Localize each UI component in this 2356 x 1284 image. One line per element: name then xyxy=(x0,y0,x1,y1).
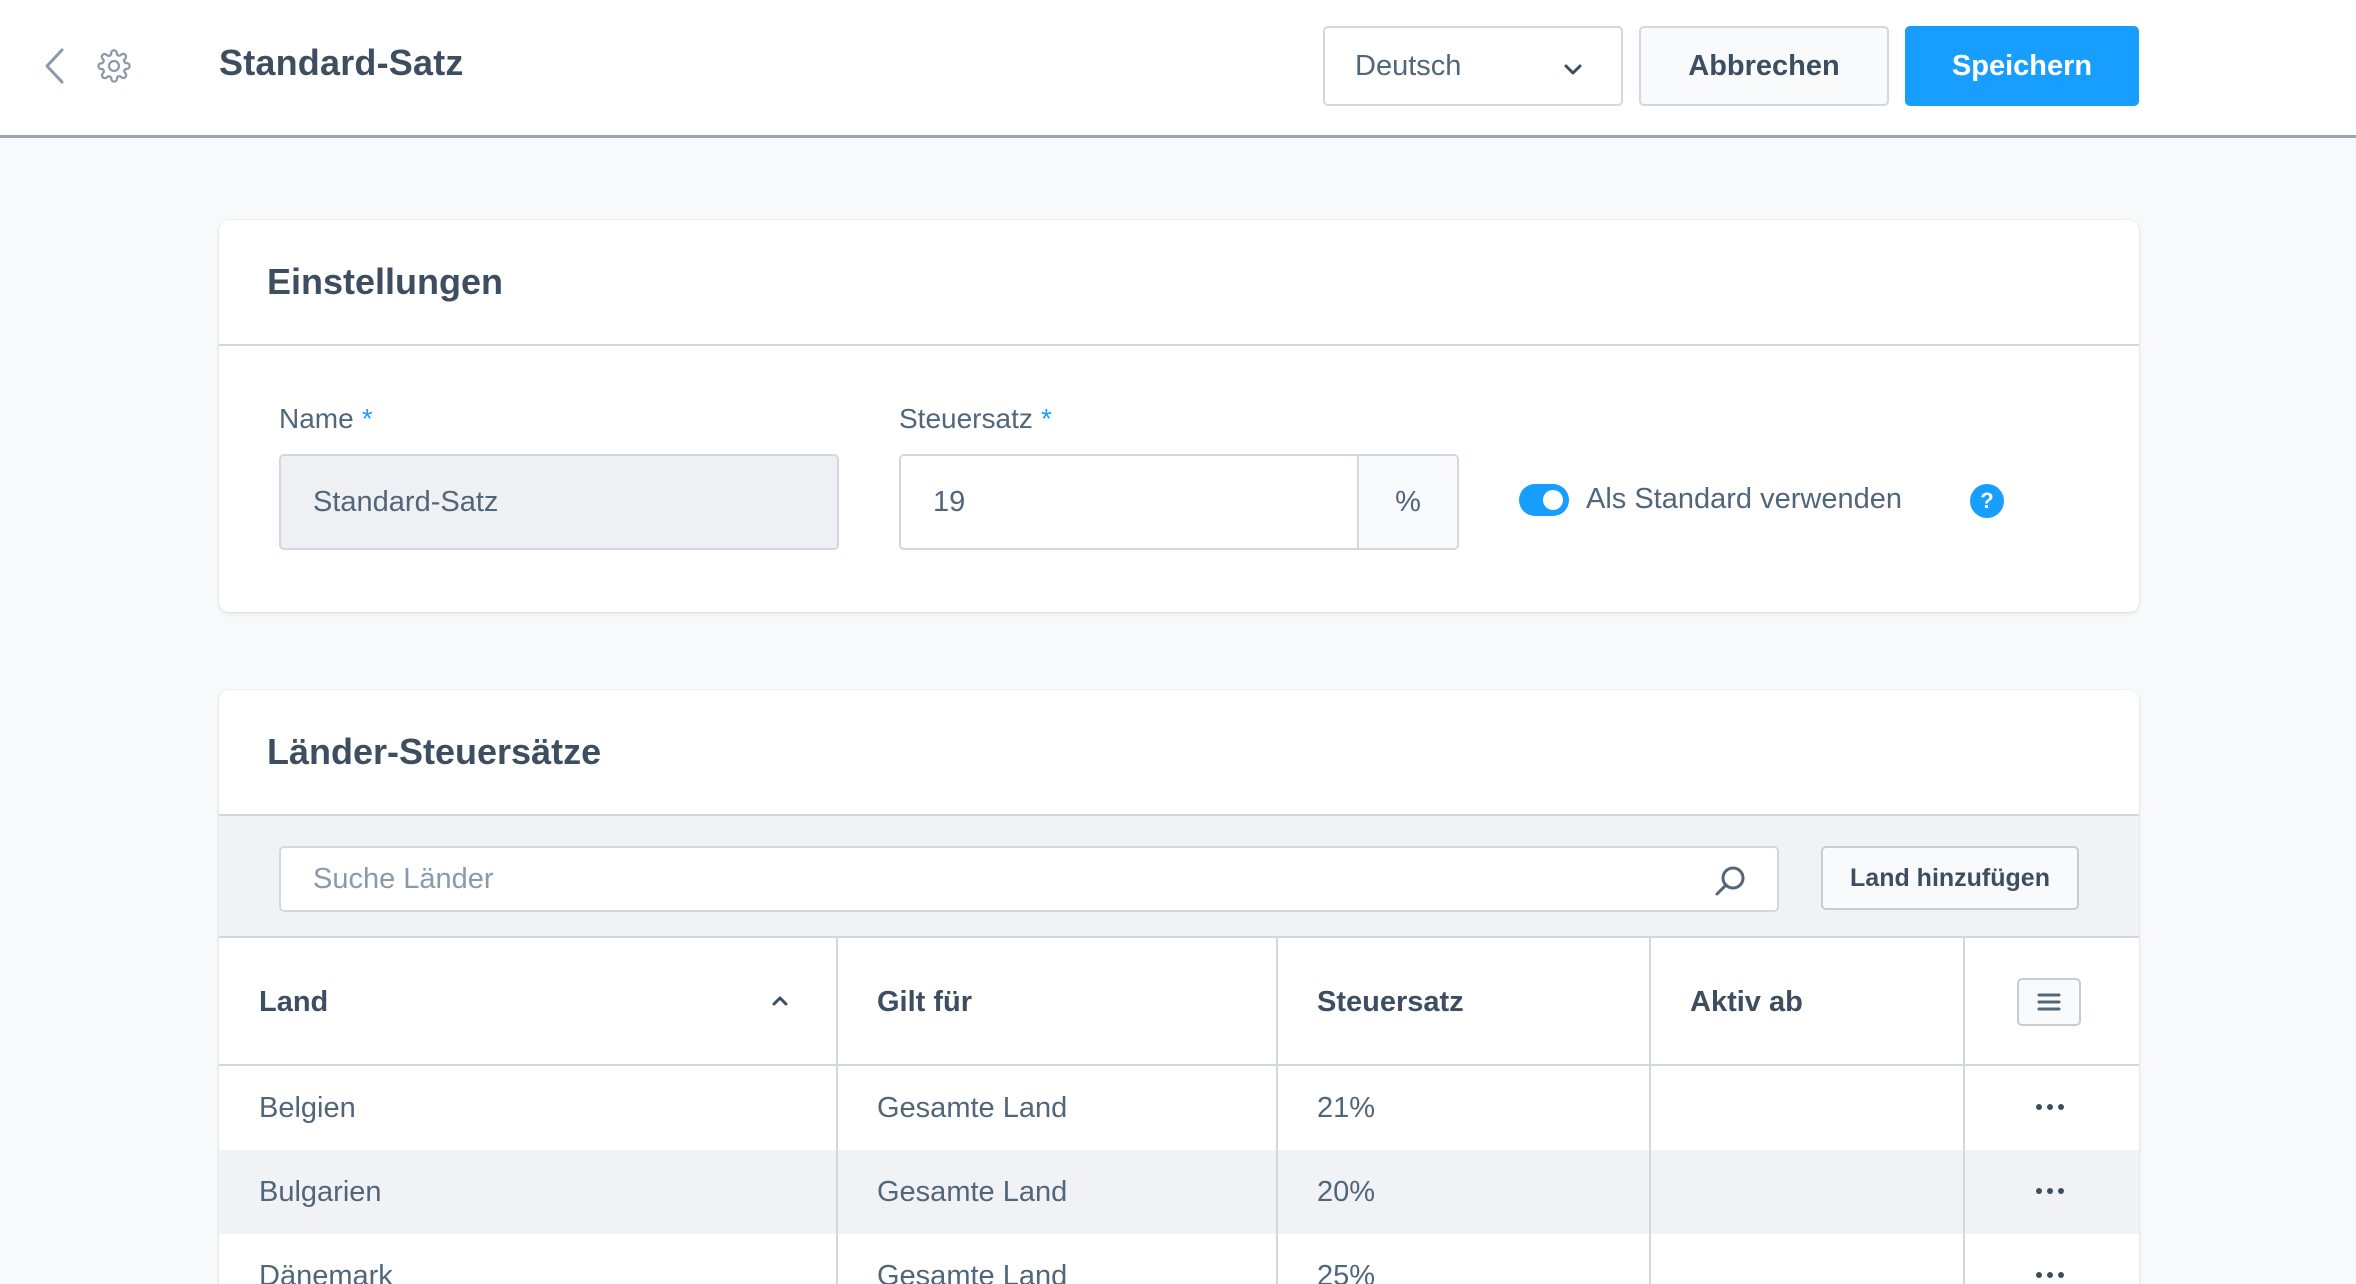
row-more-icon[interactable] xyxy=(2029,1092,2071,1122)
column-header-rate-label: Steuersatz xyxy=(1317,985,1464,1018)
required-marker: * xyxy=(1040,403,1052,434)
column-settings-button[interactable] xyxy=(2017,978,2081,1026)
settings-card-header: Einstellungen xyxy=(219,220,2139,346)
name-label-text: Name xyxy=(279,403,354,434)
column-header-applies[interactable]: Gilt für xyxy=(837,938,1277,1066)
country-rates-title: Länder-Steuersätze xyxy=(267,731,602,772)
cell-applies: Gesamte Land xyxy=(877,1175,1068,1208)
column-header-applies-label: Gilt für xyxy=(877,985,973,1018)
tax-rate-field[interactable]: 19 xyxy=(899,454,1359,550)
column-header-active[interactable]: Aktiv ab xyxy=(1650,938,1964,1066)
settings-card: Einstellungen Name * Standard-Satz Steuer… xyxy=(219,220,2139,612)
chevron-down-icon xyxy=(1561,56,1585,80)
cell-applies: Gesamte Land xyxy=(877,1259,1068,1284)
cell-country: Bulgarien xyxy=(259,1175,382,1208)
column-header-rate[interactable]: Steuersatz xyxy=(1277,938,1650,1066)
row-more-icon[interactable] xyxy=(2029,1260,2071,1284)
default-toggle-label: Als Standard verwenden xyxy=(1586,483,1902,515)
column-divider xyxy=(1963,938,1965,1284)
cell-active xyxy=(1650,1150,1690,1234)
table-row[interactable]: Bulgarien Gesamte Land 20% xyxy=(219,1150,2139,1234)
cell-rate: 25% xyxy=(1317,1259,1376,1284)
column-header-active-label: Aktiv ab xyxy=(1690,985,1803,1018)
table-row[interactable]: Dänemark Gesamte Land 25% xyxy=(219,1234,2139,1284)
tax-rate-value: 19 xyxy=(933,485,966,518)
table-toolbar: Suche Länder Land hinzufügen xyxy=(219,816,2139,938)
name-field-value: Standard-Satz xyxy=(313,485,499,518)
column-header-country[interactable]: Land xyxy=(219,938,837,1066)
page-title: Standard-Satz xyxy=(219,42,464,83)
row-more-icon[interactable] xyxy=(2029,1176,2071,1206)
language-select-value: Deutsch xyxy=(1355,49,1462,82)
cell-rate: 20% xyxy=(1317,1175,1376,1208)
add-country-button[interactable]: Land hinzufügen xyxy=(1821,846,2079,910)
back-arrow-icon[interactable] xyxy=(36,44,72,88)
cell-country: Belgien xyxy=(259,1091,356,1124)
country-rates-card: Länder-Steuersätze Suche Länder Land hin… xyxy=(219,690,2139,1284)
column-header-country-label: Land xyxy=(259,985,329,1018)
percent-suffix: % xyxy=(1357,454,1459,550)
column-divider xyxy=(1276,938,1278,1284)
top-bar: Standard-Satz Deutsch Abbrechen Speicher… xyxy=(0,0,2356,138)
country-rates-header: Länder-Steuersätze xyxy=(219,690,2139,816)
cancel-button[interactable]: Abbrechen xyxy=(1639,26,1889,106)
cell-country: Dänemark xyxy=(259,1259,393,1284)
cell-rate: 21% xyxy=(1317,1091,1376,1124)
help-icon[interactable]: ? xyxy=(1970,484,2004,518)
save-button[interactable]: Speichern xyxy=(1905,26,2139,106)
table-header: Land Gilt für Steuersatz Aktiv ab xyxy=(219,938,2139,1066)
search-icon[interactable] xyxy=(1713,864,1747,898)
table-row[interactable]: Belgien Gesamte Land 21% xyxy=(219,1066,2139,1150)
language-select[interactable]: Deutsch xyxy=(1323,26,1623,106)
default-toggle[interactable] xyxy=(1519,484,1569,516)
name-field[interactable]: Standard-Satz xyxy=(279,454,839,550)
column-divider xyxy=(836,938,838,1284)
column-divider xyxy=(1649,938,1651,1284)
rate-label-text: Steuersatz xyxy=(899,403,1033,434)
gear-icon[interactable] xyxy=(94,46,134,86)
country-search-input[interactable]: Suche Länder xyxy=(279,846,1779,912)
search-placeholder: Suche Länder xyxy=(313,862,494,895)
rate-label: Steuersatz * xyxy=(899,403,1052,435)
cell-applies: Gesamte Land xyxy=(877,1091,1068,1124)
settings-title: Einstellungen xyxy=(267,261,504,302)
toggle-knob xyxy=(1543,490,1563,510)
cell-active xyxy=(1650,1234,1690,1284)
cell-active xyxy=(1650,1066,1690,1150)
sort-ascending-icon[interactable] xyxy=(769,990,791,1012)
required-marker: * xyxy=(361,403,373,434)
name-label: Name * xyxy=(279,403,373,435)
